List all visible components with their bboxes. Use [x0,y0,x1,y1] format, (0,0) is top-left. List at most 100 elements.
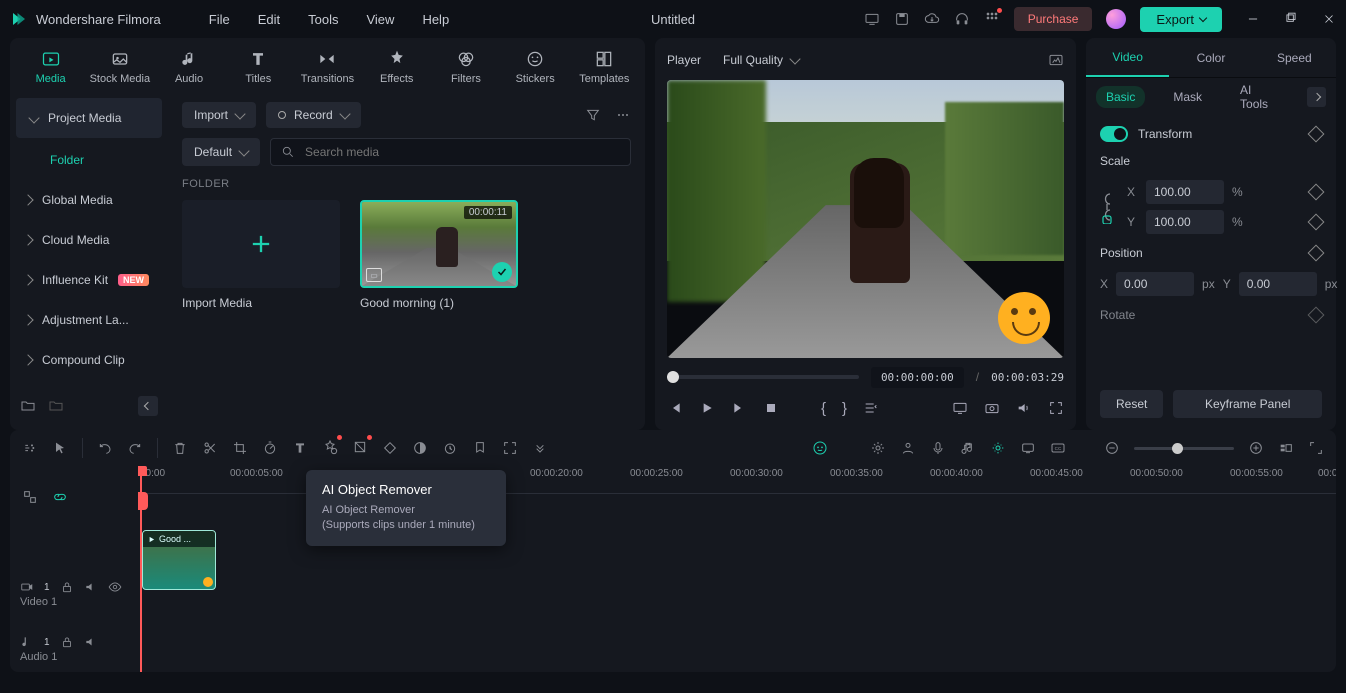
reset-button[interactable]: Reset [1100,390,1163,418]
display-icon[interactable] [952,400,968,416]
lock-icon[interactable] [60,635,74,649]
close-icon[interactable] [1322,12,1336,26]
next-frame-icon[interactable] [731,400,747,416]
scale-y-input[interactable] [1146,210,1224,234]
search-input[interactable] [305,145,620,159]
lock-icon[interactable] [60,580,74,594]
tl-mic-icon[interactable] [930,440,946,456]
menu-edit[interactable]: Edit [258,12,280,27]
timer-tool-icon[interactable] [442,440,458,456]
scale-x-keyframe-icon[interactable] [1308,184,1325,201]
tl-cc-icon[interactable]: CC [1050,440,1066,456]
position-keyframe-icon[interactable] [1308,245,1325,262]
new-bin-icon[interactable] [48,398,64,414]
maximize-icon[interactable] [1284,12,1298,26]
sort-default-dropdown[interactable]: Default [182,138,260,166]
volume-icon[interactable] [1016,400,1032,416]
sidebar-project-media[interactable]: Project Media [16,98,162,138]
quality-dropdown[interactable]: Full Quality [715,49,807,71]
minimize-icon[interactable] [1246,12,1260,26]
audio-track-1[interactable] [138,592,1336,638]
zoom-in-icon[interactable] [1248,440,1264,456]
text-tool-icon[interactable] [292,440,308,456]
tab-audio[interactable]: Audio [154,42,223,92]
sidebar-influence-kit[interactable]: Influence KitNEW [10,260,168,300]
camera-icon[interactable] [984,400,1000,416]
video-track-header[interactable]: 1 Video 1 [10,562,138,626]
collapse-sidebar-icon[interactable] [138,396,158,416]
ai-object-remover-icon[interactable] [322,439,338,455]
mute-icon[interactable] [84,635,98,649]
zoom-out-icon[interactable] [1104,440,1120,456]
tl-options-icon[interactable] [22,440,38,456]
scrubber[interactable] [667,375,859,379]
import-dropdown[interactable]: Import [182,102,256,128]
tl-highlight-icon[interactable] [990,440,1006,456]
tl-settings-icon[interactable] [870,440,886,456]
tab-video[interactable]: Video [1086,38,1169,77]
crop-icon[interactable] [232,440,248,456]
filter-icon[interactable] [585,107,601,123]
apps-icon[interactable] [984,10,1000,29]
snapshot-compare-icon[interactable] [1048,52,1064,68]
zoom-fit-icon[interactable] [1278,440,1294,456]
transform-keyframe-icon[interactable] [1308,126,1325,143]
redo-icon[interactable] [127,440,143,456]
visibility-icon[interactable] [108,580,122,594]
sidebar-compound-clip[interactable]: Compound Clip [10,340,168,380]
tab-stock-media[interactable]: Stock Media [85,42,154,92]
link-scale-icon[interactable] [1100,190,1116,224]
more-icon[interactable] [615,107,631,123]
rotate-keyframe-icon[interactable] [1308,307,1325,324]
menu-file[interactable]: File [209,12,230,27]
track-link-icon[interactable] [52,489,68,505]
subtab-mask[interactable]: Mask [1163,86,1212,108]
headphones-icon[interactable] [954,11,970,27]
keyframe-tool-icon[interactable] [382,440,398,456]
tab-titles[interactable]: Titles [224,42,293,92]
split-icon[interactable] [202,440,218,456]
scale-y-keyframe-icon[interactable] [1308,214,1325,231]
marker-list-icon[interactable] [863,400,879,416]
tab-media[interactable]: Media [16,42,85,92]
subtab-ai-tools[interactable]: AI Tools [1230,79,1289,115]
undo-icon[interactable] [97,440,113,456]
tl-expand-icon[interactable] [1308,440,1324,456]
mark-out-icon[interactable]: } [842,400,847,417]
stop-icon[interactable] [763,400,779,416]
mark-in-icon[interactable]: { [821,400,826,417]
pos-x-input[interactable] [1116,272,1194,296]
sidebar-cloud-media[interactable]: Cloud Media [10,220,168,260]
tab-color[interactable]: Color [1169,38,1252,77]
tab-filters[interactable]: Filters [431,42,500,92]
fullscreen-icon[interactable] [1048,400,1064,416]
tl-frame-icon[interactable] [352,439,368,455]
transform-toggle[interactable] [1100,126,1128,142]
audio-track-header[interactable]: 1 Audio 1 [10,626,138,672]
sidebar-global-media[interactable]: Global Media [10,180,168,220]
tab-effects[interactable]: Effects [362,42,431,92]
tl-cursor-icon[interactable] [52,440,68,456]
pos-y-input[interactable] [1239,272,1317,296]
menu-help[interactable]: Help [422,12,449,27]
playhead[interactable] [140,466,142,672]
avatar[interactable] [1106,9,1126,29]
menu-tools[interactable]: Tools [308,12,338,27]
zoom-slider[interactable] [1134,447,1234,450]
tl-tv-icon[interactable] [1020,440,1036,456]
keyframe-panel-button[interactable]: Keyframe Panel [1173,390,1322,418]
play-icon[interactable] [699,400,715,416]
ai-chat-icon[interactable] [812,440,828,456]
sidebar-adjustment-layer[interactable]: Adjustment La... [10,300,168,340]
color-tool-icon[interactable] [412,440,428,456]
subtab-more-icon[interactable] [1307,87,1326,107]
scale-x-input[interactable] [1146,180,1224,204]
delete-icon[interactable] [172,440,188,456]
cloud-icon[interactable] [924,11,940,27]
tab-templates[interactable]: Templates [570,42,639,92]
new-folder-icon[interactable] [20,398,36,414]
import-tile[interactable]: Import Media [182,200,340,310]
tab-transitions[interactable]: Transitions [293,42,362,92]
mute-icon[interactable] [84,580,98,594]
tab-speed[interactable]: Speed [1253,38,1336,77]
